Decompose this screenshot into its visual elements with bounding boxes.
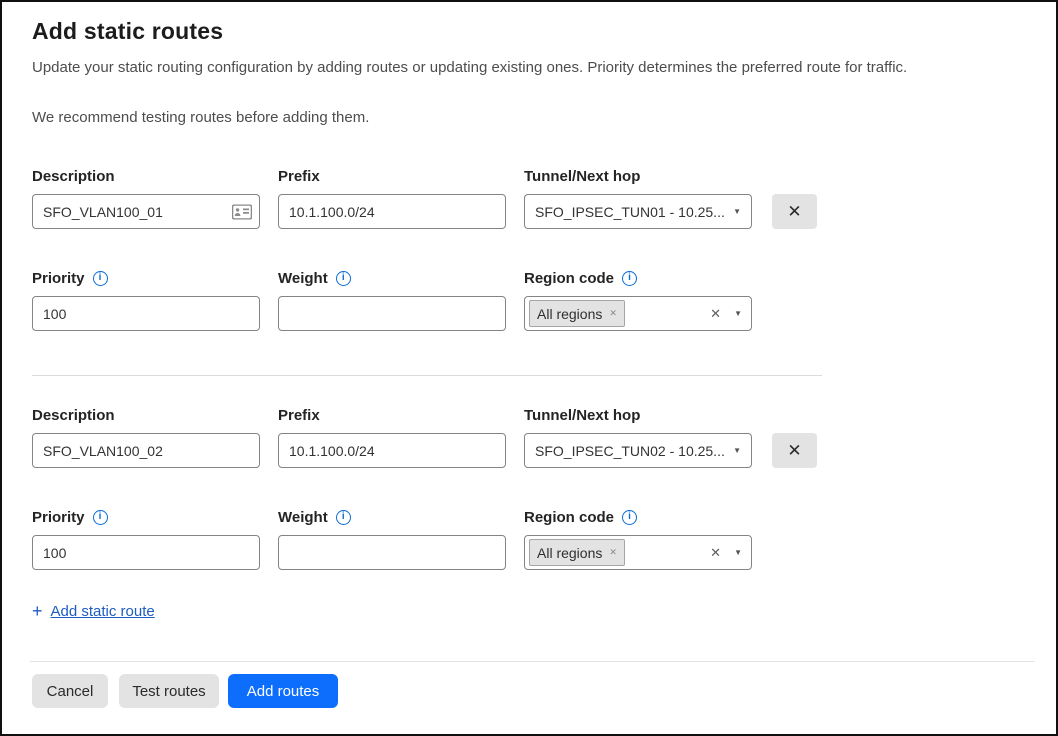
close-icon: ✕ bbox=[787, 202, 801, 222]
region-code-label: Region code bbox=[524, 509, 614, 526]
info-icon[interactable]: i bbox=[622, 271, 637, 286]
clear-icon[interactable]: ✕ bbox=[710, 545, 721, 561]
add-static-routes-dialog: Add static routes Update your static rou… bbox=[0, 0, 1058, 736]
tunnel-label: Tunnel/Next hop bbox=[524, 406, 752, 424]
remove-route-button[interactable]: ✕ bbox=[772, 194, 817, 229]
tunnel-selected-value: SFO_IPSEC_TUN02 - 10.25... bbox=[535, 443, 725, 459]
cancel-button[interactable]: Cancel bbox=[32, 674, 108, 708]
weight-field-group: Weight i bbox=[278, 269, 506, 331]
priority-input[interactable] bbox=[32, 535, 260, 570]
weight-field-group: Weight i bbox=[278, 508, 506, 570]
add-static-route-label: Add static route bbox=[51, 603, 155, 620]
add-static-route-link[interactable]: + Add static route bbox=[32, 602, 155, 620]
chevron-down-icon: ▼ bbox=[733, 207, 741, 216]
prefix-label: Prefix bbox=[278, 167, 506, 185]
plus-icon: + bbox=[32, 602, 43, 620]
add-routes-button[interactable]: Add routes bbox=[228, 674, 338, 708]
region-chip: All regions ✕ bbox=[529, 300, 625, 327]
tunnel-label: Tunnel/Next hop bbox=[524, 167, 752, 185]
chip-remove-icon[interactable]: ✕ bbox=[609, 308, 617, 319]
route-entry-2: Description Prefix Tunnel/Next hop SFO_I… bbox=[32, 406, 1026, 570]
description-label: Description bbox=[32, 167, 260, 185]
info-icon[interactable]: i bbox=[622, 510, 637, 525]
route-divider bbox=[32, 375, 822, 376]
recommendation-text: We recommend testing routes before addin… bbox=[32, 109, 1026, 127]
info-icon[interactable]: i bbox=[93, 271, 108, 286]
info-icon[interactable]: i bbox=[93, 510, 108, 525]
remove-route-button[interactable]: ✕ bbox=[772, 433, 817, 468]
priority-input[interactable] bbox=[32, 296, 260, 331]
tunnel-select[interactable]: SFO_IPSEC_TUN02 - 10.25... ▼ bbox=[524, 433, 752, 468]
close-icon: ✕ bbox=[787, 441, 801, 461]
priority-field-group: Priority i bbox=[32, 508, 260, 570]
page-title: Add static routes bbox=[32, 18, 1026, 45]
weight-input[interactable] bbox=[278, 535, 506, 570]
chevron-down-icon: ▼ bbox=[733, 446, 741, 455]
priority-field-group: Priority i bbox=[32, 269, 260, 331]
route-entry-1: Description bbox=[32, 167, 1026, 331]
prefix-label: Prefix bbox=[278, 406, 506, 424]
weight-label: Weight bbox=[278, 270, 328, 287]
description-label: Description bbox=[32, 406, 260, 424]
contact-card-icon bbox=[232, 204, 252, 219]
prefix-field-group: Prefix bbox=[278, 406, 506, 468]
region-chip-label: All regions bbox=[537, 545, 602, 561]
test-routes-button[interactable]: Test routes bbox=[119, 674, 219, 708]
tunnel-select[interactable]: SFO_IPSEC_TUN01 - 10.25... ▼ bbox=[524, 194, 752, 229]
description-field-group: Description bbox=[32, 406, 260, 468]
description-field-group: Description bbox=[32, 167, 260, 229]
intro-text: Update your static routing configuration… bbox=[32, 59, 1026, 77]
region-chip-label: All regions bbox=[537, 306, 602, 322]
tunnel-field-group: Tunnel/Next hop SFO_IPSEC_TUN01 - 10.25.… bbox=[524, 167, 752, 229]
dialog-footer: Cancel Test routes Add routes bbox=[30, 661, 1035, 734]
priority-label: Priority bbox=[32, 270, 85, 287]
description-input[interactable] bbox=[32, 194, 260, 229]
region-code-combobox[interactable]: All regions ✕ ✕ ▼ bbox=[524, 296, 752, 331]
tunnel-selected-value: SFO_IPSEC_TUN01 - 10.25... bbox=[535, 204, 725, 220]
prefix-input[interactable] bbox=[278, 433, 506, 468]
prefix-field-group: Prefix bbox=[278, 167, 506, 229]
weight-input[interactable] bbox=[278, 296, 506, 331]
weight-label: Weight bbox=[278, 509, 328, 526]
chevron-down-icon[interactable]: ▼ bbox=[734, 548, 742, 557]
chip-remove-icon[interactable]: ✕ bbox=[609, 547, 617, 558]
chevron-down-icon[interactable]: ▼ bbox=[734, 309, 742, 318]
region-code-field-group: Region code i All regions ✕ ✕ ▼ bbox=[524, 269, 752, 331]
region-code-label: Region code bbox=[524, 270, 614, 287]
info-icon[interactable]: i bbox=[336, 271, 351, 286]
description-input[interactable] bbox=[32, 433, 260, 468]
tunnel-field-group: Tunnel/Next hop SFO_IPSEC_TUN02 - 10.25.… bbox=[524, 406, 752, 468]
clear-icon[interactable]: ✕ bbox=[710, 306, 721, 322]
region-code-field-group: Region code i All regions ✕ ✕ ▼ bbox=[524, 508, 752, 570]
region-code-combobox[interactable]: All regions ✕ ✕ ▼ bbox=[524, 535, 752, 570]
region-chip: All regions ✕ bbox=[529, 539, 625, 566]
prefix-input[interactable] bbox=[278, 194, 506, 229]
info-icon[interactable]: i bbox=[336, 510, 351, 525]
priority-label: Priority bbox=[32, 509, 85, 526]
